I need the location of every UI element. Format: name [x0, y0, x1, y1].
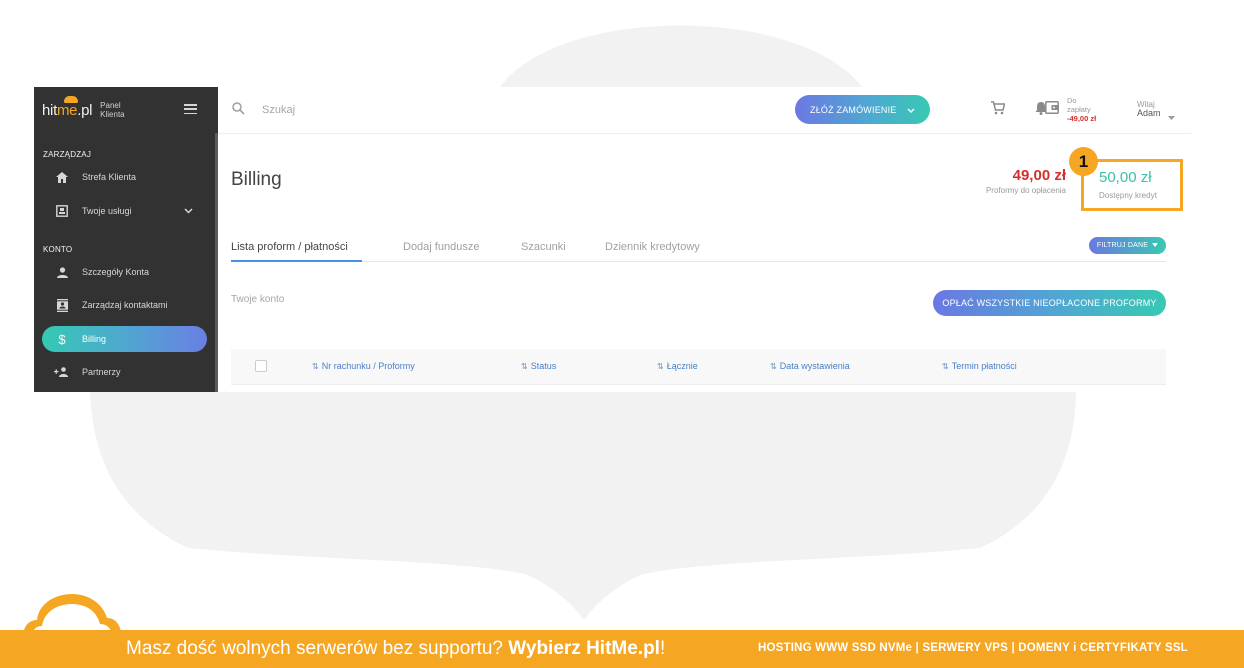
- billing-app-window: hitme.pl Panel Klienta ZARZĄDZAJ Strefa K…: [34, 87, 1191, 392]
- sort-icon: ⇅: [770, 362, 777, 371]
- annotation-marker: 1: [1069, 147, 1098, 176]
- sidebar-item-label: Partnerzy: [82, 367, 121, 377]
- place-order-button[interactable]: ZŁÓŻ ZAMÓWIENIE: [795, 95, 930, 124]
- home-icon: [42, 171, 82, 183]
- cart-icon[interactable]: [991, 101, 1006, 120]
- caret-down-icon[interactable]: [1168, 107, 1175, 125]
- filter-data-button[interactable]: FILTRUJ DANE: [1089, 237, 1166, 254]
- select-all-checkbox[interactable]: [255, 360, 267, 372]
- column-header-status[interactable]: ⇅ Status: [521, 361, 556, 371]
- filter-data-label: FILTRUJ DANE: [1096, 242, 1149, 249]
- contacts-icon: [42, 298, 82, 312]
- tab-add-funds[interactable]: Dodaj fundusze: [403, 241, 479, 253]
- sidebar-item-services[interactable]: Twoje usługi: [42, 198, 207, 224]
- menu-toggle-icon[interactable]: [184, 104, 197, 114]
- promo-text: Masz dość wolnych serwerów bez supportu?…: [126, 638, 666, 659]
- sidebar-item-label: Twoje usługi: [82, 206, 132, 216]
- sidebar-item-label: Strefa Klienta: [82, 172, 137, 182]
- promo-footer-banner: Masz dość wolnych serwerów bez supportu?…: [0, 630, 1244, 668]
- dollar-icon: $: [58, 331, 66, 347]
- column-header-total[interactable]: ⇅ Łącznie: [657, 361, 698, 371]
- topbar: ZŁÓŻ ZAMÓWIENIE: [218, 87, 1191, 134]
- logo-text: hitme.pl: [42, 101, 93, 119]
- page-title: Billing: [231, 169, 282, 190]
- tab-credit-log[interactable]: Dziennik kredytowy: [605, 241, 700, 253]
- chevron-down-icon: [184, 206, 193, 216]
- search-input[interactable]: [262, 101, 462, 119]
- services-list: HOSTING WWW SSD NVMe | SERWERY VPS | DOM…: [758, 642, 1188, 654]
- partners-icon: [42, 367, 82, 377]
- due-label-line2: zapłaty: [1067, 105, 1091, 114]
- sidebar: hitme.pl Panel Klienta ZARZĄDZAJ Strefa K…: [34, 87, 218, 392]
- sidebar-item-billing[interactable]: $ Billing: [42, 326, 207, 352]
- sidebar-item-client-zone[interactable]: Strefa Klienta: [42, 164, 207, 190]
- column-header-invoice-number[interactable]: ⇅ Nr rachunku / Proformy: [312, 361, 415, 371]
- sidebar-item-partners[interactable]: Partnerzy: [42, 359, 207, 385]
- chevron-down-icon: [907, 105, 915, 115]
- table-header: ⇅ Nr rachunku / Proformy ⇅ Status ⇅ Łącznie…: [231, 349, 1166, 385]
- user-menu[interactable]: Witaj Adam: [1137, 100, 1161, 118]
- available-credit-amount: 50,00 zł: [1099, 169, 1152, 186]
- invoices-due-amount: 49,00 zł: [1012, 167, 1066, 184]
- tab-invoices-payments[interactable]: Lista proform / płatności: [231, 241, 348, 253]
- invoices-due-label: Proformy do opłacenia: [985, 186, 1066, 195]
- username: Adam: [1137, 108, 1161, 118]
- sidebar-item-label: Zarządzaj kontaktami: [82, 300, 168, 310]
- promo-brand: Wybierz HitMe.pl: [508, 638, 660, 659]
- sidebar-item-label: Billing: [82, 334, 107, 344]
- hitme-logo[interactable]: hitme.pl Panel Klienta: [42, 96, 125, 123]
- caret-down-icon: [1152, 242, 1159, 249]
- column-header-due-date[interactable]: ⇅ Termin płatności: [942, 361, 1017, 371]
- sidebar-section-manage: ZARZĄDZAJ: [43, 150, 92, 159]
- amount-due-summary[interactable]: Do zapłaty -49,00 zł: [1067, 96, 1096, 123]
- available-credit-label: Dostępny kredyt: [1099, 191, 1157, 200]
- sort-icon: ⇅: [312, 362, 319, 371]
- column-header-issue-date[interactable]: ⇅ Data wystawienia: [770, 361, 850, 371]
- active-tab-indicator: [231, 260, 362, 262]
- screenshot-stage: hitme.pl Panel Klienta ZARZĄDZAJ Strefa K…: [0, 0, 1244, 668]
- sidebar-item-account-details[interactable]: Szczegóły Konta: [42, 259, 207, 285]
- logo-cloud-icon: [64, 96, 78, 103]
- sort-icon: ⇅: [521, 362, 528, 371]
- sort-icon: ⇅: [657, 362, 664, 371]
- person-icon: [42, 266, 82, 278]
- tab-estimates[interactable]: Szacunki: [521, 241, 566, 253]
- search-icon[interactable]: [232, 102, 245, 120]
- invoices-due-summary: 49,00 zł Proformy do opłacenia: [972, 167, 1066, 195]
- place-order-label: ZŁÓŻ ZAMÓWIENIE: [810, 104, 897, 115]
- due-amount: -49,00 zł: [1067, 114, 1097, 123]
- account-label: Twoje konto: [231, 294, 285, 305]
- sidebar-section-account: KONTO: [43, 245, 73, 254]
- logo-subtitle: Panel Klienta: [100, 101, 125, 119]
- sidebar-item-label: Szczegóły Konta: [82, 267, 150, 277]
- sidebar-item-contacts[interactable]: Zarządzaj kontaktami: [42, 292, 207, 318]
- wallet-icon[interactable]: [1045, 101, 1059, 119]
- billing-tabs: Lista proform / płatności Dodaj fundusze…: [231, 237, 1166, 262]
- services-icon: [42, 205, 82, 217]
- pay-all-unpaid-button[interactable]: OPŁAĆ WSZYSTKIE NIEOPŁACONE PROFORMY: [933, 290, 1166, 316]
- sort-icon: ⇅: [942, 362, 949, 371]
- due-label-line1: Do: [1067, 96, 1077, 105]
- sidebar-scrollbar[interactable]: [215, 133, 218, 392]
